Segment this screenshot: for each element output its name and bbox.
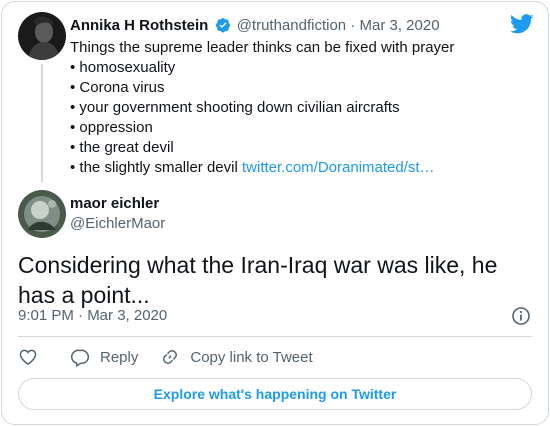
heart-icon bbox=[19, 349, 37, 365]
reply-button[interactable]: Reply bbox=[70, 347, 138, 367]
link-icon bbox=[163, 350, 178, 364]
quoted-author-handle[interactable]: @truthandfiction bbox=[237, 17, 346, 34]
quoted-author-avatar[interactable] bbox=[18, 12, 66, 60]
avatar-image bbox=[18, 12, 66, 60]
info-icon[interactable] bbox=[511, 306, 531, 326]
author-avatar[interactable] bbox=[18, 190, 66, 238]
tweet-actions: Reply Copy link to Tweet bbox=[18, 346, 313, 368]
copy-link-button[interactable]: Copy link to Tweet bbox=[160, 347, 313, 367]
author-handle[interactable]: @EichlerMaor bbox=[70, 214, 165, 234]
tweet-text: Considering what the Iran-Iraq war was l… bbox=[18, 252, 498, 308]
tweet-timestamp[interactable]: 9:01 PM · Mar 3, 2020 bbox=[18, 306, 167, 326]
quoted-tweet-body: Things the supreme leader thinks can be … bbox=[70, 38, 510, 178]
quoted-tweet-link[interactable]: twitter.com/Doranimated/st… bbox=[242, 159, 435, 176]
explore-button[interactable]: Explore what's happening on Twitter bbox=[18, 378, 532, 410]
copy-link-label: Copy link to Tweet bbox=[190, 348, 313, 366]
reply-label: Reply bbox=[100, 348, 139, 366]
quoted-tweet-date[interactable]: Mar 3, 2020 bbox=[359, 17, 439, 34]
separator-dot: · bbox=[350, 17, 356, 34]
divider bbox=[18, 336, 532, 337]
quoted-line-last: • the slightly smaller devil twitter.com… bbox=[70, 158, 510, 178]
author-name[interactable]: maor eichler bbox=[70, 194, 159, 214]
quoted-line: • homosexuality bbox=[70, 59, 176, 76]
thread-connector bbox=[41, 64, 43, 182]
reply-icon bbox=[70, 349, 90, 367]
quoted-line: • the great devil bbox=[70, 139, 174, 156]
quoted-tweet-header: Annika H Rothstein @truthandfiction · Ma… bbox=[70, 16, 440, 36]
avatar-image bbox=[18, 190, 66, 238]
quoted-author-name[interactable]: Annika H Rothstein bbox=[70, 17, 208, 34]
quoted-line-text: • the slightly smaller devil bbox=[70, 159, 242, 176]
twitter-logo-icon[interactable] bbox=[510, 14, 534, 34]
quoted-line: • Corona virus bbox=[70, 79, 165, 96]
verified-badge-icon bbox=[215, 18, 230, 33]
quoted-line: Things the supreme leader thinks can be … bbox=[70, 39, 455, 56]
quoted-line: • oppression bbox=[70, 119, 153, 136]
explore-label: Explore what's happening on Twitter bbox=[153, 386, 397, 402]
quoted-line: • your government shooting down civilian… bbox=[70, 99, 400, 116]
like-button[interactable] bbox=[18, 347, 38, 367]
